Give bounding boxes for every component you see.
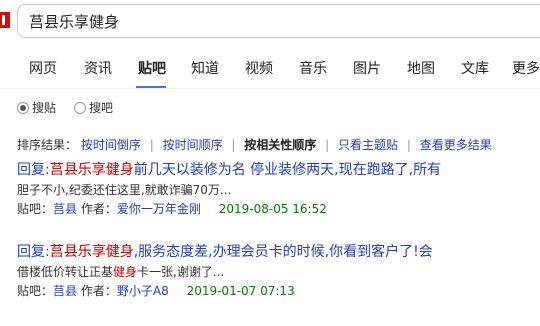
sort-prefix: 排序结果：: [17, 138, 78, 152]
bar-name-link[interactable]: 莒县: [53, 284, 77, 298]
result-snippet: 胆子不小,纪委还住这里,就敢诈骗70万...: [17, 181, 540, 199]
tab-wenku[interactable]: 文库: [461, 58, 489, 78]
sort-relevance-current: 按相关性顺序: [244, 138, 317, 152]
divider: |: [231, 138, 236, 152]
result-title-highlight[interactable]: 莒县乐享健身: [50, 244, 134, 260]
result-title-link[interactable]: 回复:莒县乐享健身,服务态度差,办理会员卡的时候,你看到客户了!会: [17, 242, 540, 262]
radio-search-bars[interactable]: 搜吧: [74, 99, 113, 116]
radio-search-posts[interactable]: 搜贴: [17, 99, 56, 116]
result-title-prefix[interactable]: 回复:: [17, 244, 50, 260]
search-box[interactable]: [17, 4, 540, 38]
search-tabs: 网页 资讯 贴吧 知道 视频 音乐 图片 地图 文库 更多: [0, 44, 540, 89]
result-snippet-highlight: 健身: [113, 265, 138, 279]
radio-search-bars-label: 搜吧: [89, 101, 114, 115]
tab-music[interactable]: 音乐: [299, 58, 327, 78]
author-link[interactable]: 野小子A8: [117, 284, 169, 298]
result-meta: 贴吧：莒县 作者：野小子A8 2019-01-07 07:13: [17, 282, 540, 300]
tab-map[interactable]: 地图: [407, 58, 435, 78]
top-bar: [0, 0, 540, 44]
result-title-link[interactable]: 回复:莒县乐享健身前几天以装修为名 停业装修两天,现在跑路了,所有: [17, 160, 540, 180]
result-snippet: 借楼低价转让正基健身卡一张,谢谢了...: [17, 263, 540, 281]
tab-news[interactable]: 资讯: [84, 58, 112, 78]
result-title-prefix[interactable]: 回复:: [17, 162, 50, 178]
tab-images[interactable]: 图片: [353, 58, 381, 78]
result-snippet-text-end: 卡一张,谢谢了...: [137, 265, 225, 279]
result-title-rest[interactable]: 前几天以装修为名 停业装修两天,现在跑路了,所有: [134, 162, 441, 178]
active-tab-indicator: [136, 86, 166, 88]
author-label: 作者：: [80, 202, 117, 216]
post-date: 2019-01-07 07:13: [186, 284, 295, 298]
tab-tieba[interactable]: 贴吧: [138, 58, 166, 78]
more-results-link[interactable]: 查看更多结果: [420, 138, 492, 152]
tab-zhidao[interactable]: 知道: [191, 58, 219, 78]
sort-time-desc-link[interactable]: 按时间倒序: [81, 138, 141, 152]
result-title-highlight[interactable]: 莒县乐享健身: [50, 162, 134, 178]
sort-bar: 排序结果： 按时间倒序 | 按时间顺序 | 按相关性顺序 | 只看主题贴 | 查…: [17, 136, 492, 153]
divider: |: [406, 138, 411, 152]
only-topic-link[interactable]: 只看主题贴: [338, 138, 398, 152]
result-snippet-text: 借楼低价转让正基: [17, 265, 114, 279]
author-link[interactable]: 爱你一万年金刚: [117, 202, 201, 216]
sort-time-asc-link[interactable]: 按时间顺序: [163, 138, 223, 152]
result-snippet-text: 胆子不小,纪委还住这里,就敢诈骗70万...: [17, 183, 232, 197]
baidu-logo-icon[interactable]: [0, 12, 10, 28]
tab-video[interactable]: 视频: [245, 58, 273, 78]
divider: |: [325, 138, 330, 152]
tab-more[interactable]: 更多: [512, 58, 540, 78]
result-item: 回复:莒县乐享健身前几天以装修为名 停业装修两天,现在跑路了,所有 胆子不小,纪…: [17, 160, 540, 218]
tab-web[interactable]: 网页: [29, 58, 57, 78]
bar-name-link[interactable]: 莒县: [53, 202, 77, 216]
post-date: 2019-08-05 16:52: [218, 202, 327, 216]
radio-unselected-icon[interactable]: [74, 102, 86, 114]
author-label: 作者：: [80, 284, 117, 298]
radio-selected-icon[interactable]: [17, 102, 29, 114]
result-item: 回复:莒县乐享健身,服务态度差,办理会员卡的时候,你看到客户了!会 借楼低价转让…: [17, 242, 540, 300]
radio-search-posts-label: 搜贴: [32, 101, 57, 115]
result-title-rest[interactable]: ,服务态度差,办理会员卡的时候,你看到客户了!会: [134, 244, 433, 260]
result-meta: 贴吧：莒县 作者：爱你一万年金刚 2019-08-05 16:52: [17, 200, 540, 218]
bar-label: 贴吧：: [17, 202, 54, 216]
divider: |: [149, 138, 154, 152]
bar-label: 贴吧：: [17, 284, 54, 298]
search-input[interactable]: [18, 5, 540, 37]
